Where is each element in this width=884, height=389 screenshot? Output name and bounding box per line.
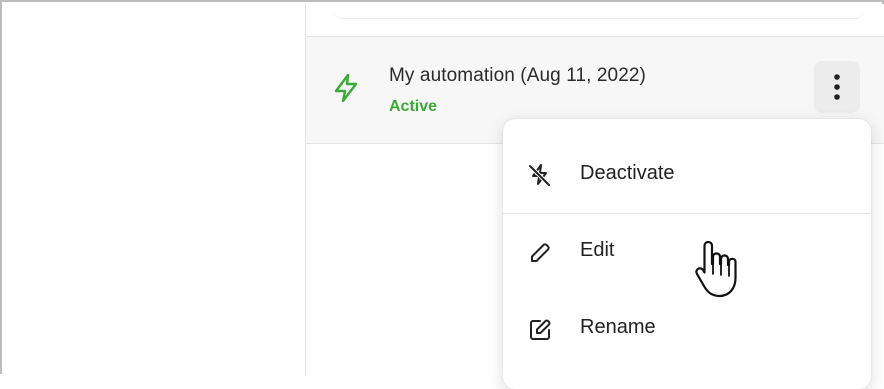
menu-item-label: Deactivate: [580, 162, 675, 184]
menu-divider: [503, 213, 871, 214]
lightning-bolt-icon: [334, 73, 358, 103]
context-menu: Deactivate Edit Rename: [503, 119, 871, 389]
window-frame: My automation (Aug 11, 2022) Active Deac…: [0, 0, 884, 389]
menu-item-label: Edit: [580, 239, 615, 261]
rename-icon: [530, 319, 551, 340]
menu-item-deactivate[interactable]: Deactivate: [503, 139, 871, 211]
menu-item-label: Rename: [580, 316, 656, 338]
status-badge: Active: [389, 98, 438, 115]
menu-item-edit[interactable]: Edit: [503, 217, 871, 289]
pencil-icon: [531, 243, 550, 262]
left-panel: [4, 4, 306, 376]
more-vertical-icon: [834, 74, 840, 100]
more-options-button[interactable]: [814, 61, 860, 113]
previous-row-edge: [306, 4, 884, 34]
menu-item-rename[interactable]: Rename: [503, 293, 871, 365]
hand-pointer-icon: [695, 240, 737, 298]
lightning-off-icon: [528, 164, 551, 187]
automation-title[interactable]: My automation (Aug 11, 2022): [389, 65, 646, 87]
